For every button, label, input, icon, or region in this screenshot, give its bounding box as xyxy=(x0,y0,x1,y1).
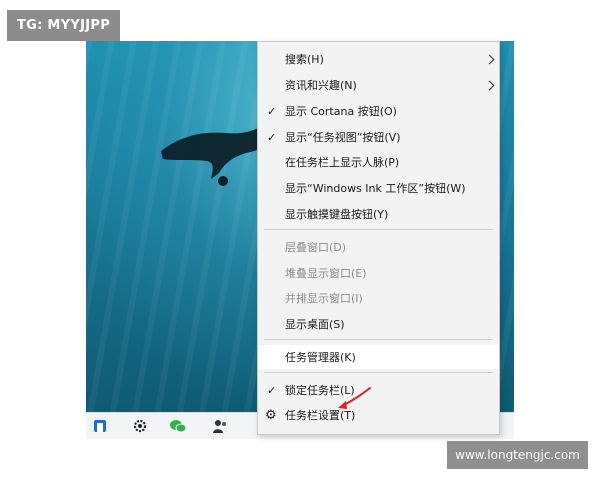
check-icon: ✓ xyxy=(267,130,277,144)
menu-item-label: 显示桌面(S) xyxy=(285,318,345,331)
menu-item-label: 资讯和兴趣(N) xyxy=(285,79,357,92)
overlay-tag: TG: MYYJJPP xyxy=(7,10,120,41)
app-icon[interactable] xyxy=(90,417,110,435)
menu-item-label: 显示“Windows Ink 工作区”按钮(W) xyxy=(285,182,466,195)
menu-item-stack-windows: 堆叠显示窗口(E) xyxy=(258,261,499,285)
menu-item-label: 层叠窗口(D) xyxy=(285,241,347,254)
menu-item-label: 显示触摸键盘按钮(Y) xyxy=(285,208,389,221)
annotation-arrow xyxy=(338,387,371,409)
menu-item-side-by-side: 并排显示窗口(I) xyxy=(258,286,499,310)
menu-item-label: 搜索(H) xyxy=(285,53,324,66)
chevron-right-icon xyxy=(484,54,495,64)
check-icon: ✓ xyxy=(267,104,277,118)
menu-item-show-cortana[interactable]: ✓ 显示 Cortana 按钮(O) xyxy=(258,99,499,123)
people-icon[interactable] xyxy=(210,417,230,435)
menu-item-search[interactable]: 搜索(H) xyxy=(258,47,499,71)
menu-item-touch-keyboard[interactable]: 显示触摸键盘按钮(Y) xyxy=(258,202,499,226)
menu-item-news-interests[interactable]: 资讯和兴趣(N) xyxy=(258,73,499,97)
menu-item-windows-ink[interactable]: 显示“Windows Ink 工作区”按钮(W) xyxy=(258,176,499,200)
menu-item-label: 任务管理器(K) xyxy=(285,351,356,364)
menu-item-task-manager[interactable]: 任务管理器(K) xyxy=(258,345,499,369)
menu-item-label: 在任务栏上显示人脉(P) xyxy=(285,156,400,169)
menu-item-label: 显示 Cortana 按钮(O) xyxy=(285,105,397,118)
menu-separator xyxy=(264,372,493,373)
menu-separator xyxy=(264,339,493,340)
menu-item-taskbar-settings[interactable]: ⚙ 任务栏设置(T) xyxy=(258,403,499,427)
gear-icon: ⚙ xyxy=(265,407,277,423)
menu-item-label: 显示“任务视图”按钮(V) xyxy=(285,131,401,144)
taskbar-context-menu: 搜索(H) 资讯和兴趣(N) ✓ 显示 Cortana 按钮(O) ✓ 显示“任… xyxy=(257,41,500,435)
menu-item-show-people[interactable]: 在任务栏上显示人脉(P) xyxy=(258,150,499,174)
menu-item-show-task-view[interactable]: ✓ 显示“任务视图”按钮(V) xyxy=(258,125,499,149)
menu-item-lock-taskbar[interactable]: ✓ 锁定任务栏(L) xyxy=(258,378,499,402)
menu-item-label: 并排显示窗口(I) xyxy=(285,292,363,305)
menu-item-show-desktop[interactable]: 显示桌面(S) xyxy=(258,312,499,336)
check-icon: ✓ xyxy=(267,383,277,397)
watermark: www.longtengjc.com xyxy=(447,441,588,469)
menu-separator xyxy=(264,229,493,230)
menu-item-cascade-windows: 层叠窗口(D) xyxy=(258,235,499,259)
menu-item-label: 堆叠显示窗口(E) xyxy=(285,267,367,280)
settings-gear-icon[interactable] xyxy=(130,417,150,435)
wechat-icon[interactable] xyxy=(168,417,188,435)
chevron-right-icon xyxy=(484,80,495,90)
